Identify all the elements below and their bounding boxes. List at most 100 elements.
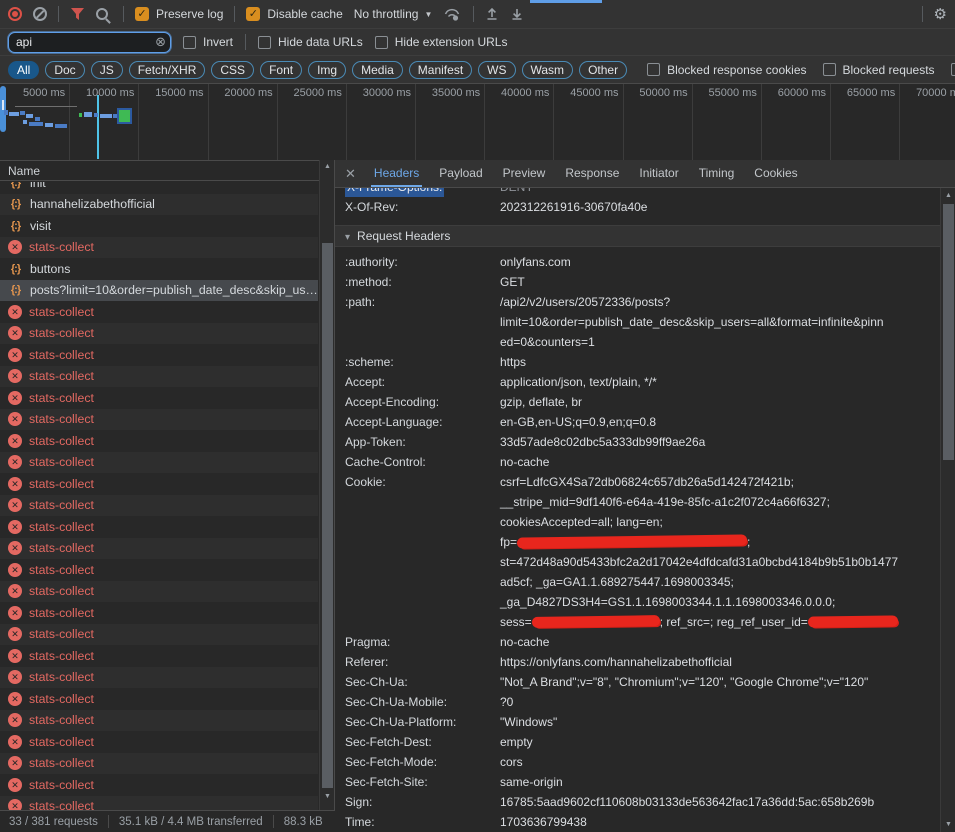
details-tab[interactable]: Timing xyxy=(689,160,745,187)
request-row[interactable]: {:} hannahelizabethofficial xyxy=(0,194,318,216)
type-filter-chip[interactable]: Img xyxy=(308,61,346,79)
type-filter-chip[interactable]: Manifest xyxy=(409,61,472,79)
request-row[interactable]: ✕ stats-collect xyxy=(0,645,318,667)
type-filter-chip[interactable]: WS xyxy=(478,61,515,79)
request-row[interactable]: ✕ stats-collect xyxy=(0,452,318,474)
request-row[interactable]: ✕ stats-collect xyxy=(0,344,318,366)
request-row[interactable]: {:} posts?limit=10&order=publish_date_de… xyxy=(0,280,318,302)
request-headers-section-header[interactable]: ▾Request Headers xyxy=(335,225,940,247)
request-row[interactable]: ✕ stats-collect xyxy=(0,409,318,431)
blocked-filter-checkbox[interactable]: Blocked requests xyxy=(823,63,935,77)
import-har-icon[interactable] xyxy=(485,7,499,21)
type-filter-chip[interactable]: CSS xyxy=(211,61,254,79)
request-row[interactable]: ✕ stats-collect xyxy=(0,516,318,538)
checkbox-unchecked-icon[interactable] xyxy=(823,63,836,76)
details-tab[interactable]: Initiator xyxy=(629,160,688,187)
request-row[interactable]: {:} init xyxy=(0,182,318,194)
details-tab[interactable]: Preview xyxy=(493,160,556,187)
blocked-filter-checkbox[interactable]: Blocked response cookies xyxy=(647,63,806,77)
type-filter-chip[interactable]: Media xyxy=(352,61,403,79)
disable-cache-checkbox[interactable]: ✓ Disable cache xyxy=(246,7,342,21)
settings-gear-icon[interactable]: ⚙ xyxy=(934,7,947,22)
preserve-log-checkbox[interactable]: ✓ Preserve log xyxy=(135,7,223,21)
record-network-log-icon[interactable] xyxy=(8,7,22,21)
scrollbar-thumb[interactable] xyxy=(322,243,333,788)
request-row[interactable]: ✕ stats-collect xyxy=(0,731,318,753)
hide-extension-urls-checkbox[interactable]: Hide extension URLs xyxy=(375,35,508,49)
scroll-down-icon[interactable]: ▼ xyxy=(941,821,955,828)
scroll-up-icon[interactable]: ▲ xyxy=(320,163,335,170)
toolbar-divider xyxy=(58,6,59,22)
request-row[interactable]: {:} buttons xyxy=(0,258,318,280)
type-filter-chip[interactable]: Wasm xyxy=(522,61,574,79)
details-tab[interactable]: Headers xyxy=(364,160,429,187)
request-row[interactable]: ✕ stats-collect xyxy=(0,301,318,323)
request-row[interactable]: ✕ stats-collect xyxy=(0,538,318,560)
request-row[interactable]: ✕ stats-collect xyxy=(0,430,318,452)
details-tab[interactable]: Payload xyxy=(429,160,492,187)
invert-checkbox[interactable]: Invert xyxy=(183,35,233,49)
request-row[interactable]: ✕ stats-collect xyxy=(0,753,318,775)
request-row[interactable]: {:} visit xyxy=(0,215,318,237)
checkbox-checked-icon[interactable]: ✓ xyxy=(135,7,149,21)
clear-network-log-icon[interactable] xyxy=(33,7,47,21)
type-filter-chip[interactable]: JS xyxy=(91,61,123,79)
scrollbar-thumb[interactable] xyxy=(943,204,954,460)
export-har-icon[interactable] xyxy=(510,7,524,21)
checkbox-unchecked-icon[interactable] xyxy=(647,63,660,76)
scroll-down-icon[interactable]: ▼ xyxy=(320,793,335,800)
details-scrollbar[interactable]: ▲ ▼ xyxy=(940,188,955,832)
request-row[interactable]: ✕ stats-collect xyxy=(0,688,318,710)
section-collapse-icon[interactable]: ▾ xyxy=(345,232,350,243)
request-row[interactable]: ✕ stats-collect xyxy=(0,602,318,624)
throttling-dropdown[interactable]: No throttling ▼ xyxy=(354,7,433,21)
network-overview-timeline[interactable]: 5000 ms10000 ms15000 ms20000 ms25000 ms3… xyxy=(0,84,955,161)
blocked-filter-checkbox[interactable]: 3rd-party requests xyxy=(951,63,955,77)
request-name: stats-collect xyxy=(29,713,94,727)
request-row[interactable]: ✕ stats-collect xyxy=(0,473,318,495)
details-tab[interactable]: Cookies xyxy=(744,160,807,187)
header-row: Accept-Encoding: gzip, deflate, br xyxy=(335,392,940,412)
type-filter-chip[interactable]: Other xyxy=(579,61,627,79)
clear-filter-icon[interactable]: ⊗ xyxy=(155,34,166,49)
request-row[interactable]: ✕ stats-collect xyxy=(0,796,318,811)
header-value-line: ad5cf; _ga=GA1.1.689275447.1698003345; xyxy=(500,572,940,592)
request-row[interactable]: ✕ stats-collect xyxy=(0,366,318,388)
details-tab[interactable]: Response xyxy=(555,160,629,187)
request-list-scrollbar[interactable]: ▲ ▼ xyxy=(319,160,334,810)
failed-request-icon: ✕ xyxy=(8,563,22,577)
scroll-up-icon[interactable]: ▲ xyxy=(941,192,955,199)
checkbox-checked-icon[interactable]: ✓ xyxy=(246,7,260,21)
request-name: stats-collect xyxy=(29,240,94,254)
request-name: stats-collect xyxy=(29,455,94,469)
checkbox-unchecked-icon[interactable] xyxy=(375,36,388,49)
request-name: stats-collect xyxy=(29,434,94,448)
request-row[interactable]: ✕ stats-collect xyxy=(0,495,318,517)
request-row[interactable]: ✕ stats-collect xyxy=(0,237,318,259)
network-conditions-icon[interactable] xyxy=(443,7,462,22)
request-row[interactable]: ✕ stats-collect xyxy=(0,559,318,581)
header-value-line: GET xyxy=(500,272,940,292)
filter-input[interactable] xyxy=(8,32,171,53)
type-filter-chip[interactable]: All xyxy=(8,61,39,79)
request-row[interactable]: ✕ stats-collect xyxy=(0,774,318,796)
search-icon[interactable] xyxy=(96,8,112,20)
checkbox-unchecked-icon[interactable] xyxy=(258,36,271,49)
request-row[interactable]: ✕ stats-collect xyxy=(0,581,318,603)
request-name: posts?limit=10&order=publish_date_desc&s… xyxy=(30,283,318,297)
request-row[interactable]: ✕ stats-collect xyxy=(0,667,318,689)
request-row[interactable]: ✕ stats-collect xyxy=(0,624,318,646)
request-row[interactable]: ✕ stats-collect xyxy=(0,710,318,732)
hide-data-urls-checkbox[interactable]: Hide data URLs xyxy=(258,35,363,49)
checkbox-unchecked-icon[interactable] xyxy=(183,36,196,49)
type-filter-chip[interactable]: Doc xyxy=(45,61,84,79)
close-details-icon[interactable]: ✕ xyxy=(341,166,364,182)
request-row[interactable]: ✕ stats-collect xyxy=(0,323,318,345)
type-filter-chip[interactable]: Fetch/XHR xyxy=(129,61,206,79)
name-column-header[interactable]: Name xyxy=(0,160,334,181)
hide-data-urls-label: Hide data URLs xyxy=(278,35,363,49)
request-row[interactable]: ✕ stats-collect xyxy=(0,387,318,409)
type-filter-chip[interactable]: Font xyxy=(260,61,302,79)
checkbox-unchecked-icon[interactable] xyxy=(951,63,955,76)
filter-icon[interactable] xyxy=(70,7,85,21)
